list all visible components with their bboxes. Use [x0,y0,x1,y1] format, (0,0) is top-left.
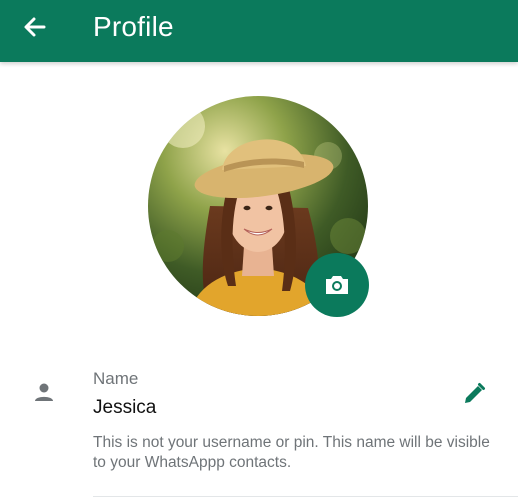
name-label: Name [93,369,139,388]
divider [93,496,518,497]
page-title: Profile [93,11,174,42]
name-value[interactable]: Jessica [93,397,156,419]
app-bar: Profile [0,0,518,62]
name-hint-text: This is not your username or pin. This n… [93,434,490,471]
arrow-left-icon [24,17,46,37]
profile-screen: Profile Name Jessica This is not your us… [0,0,518,500]
camera-icon [326,276,348,294]
person-icon [35,383,53,401]
back-button[interactable] [20,12,50,42]
change-photo-button[interactable] [305,253,369,317]
edit-name-button[interactable] [461,381,487,407]
pencil-icon [465,383,485,403]
